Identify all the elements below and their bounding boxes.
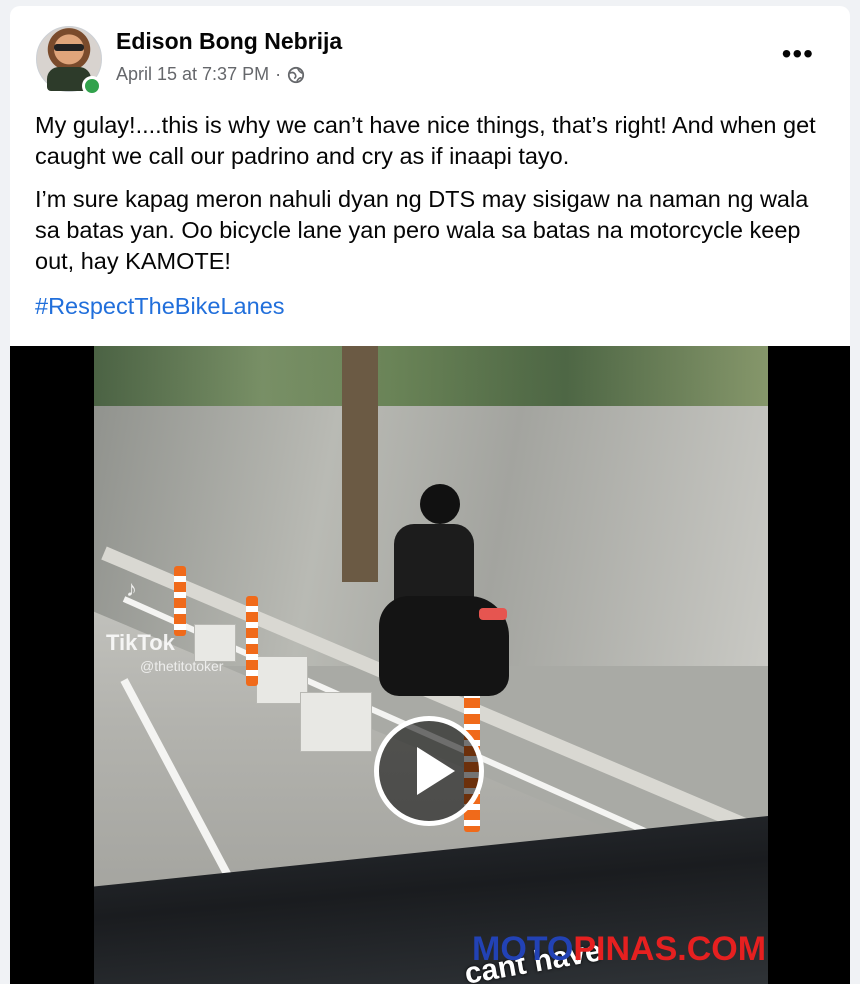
tiktok-handle: @thetitotoker	[140, 658, 224, 674]
post-card: Edison Bong Nebrija April 15 at 7:37 PM …	[10, 6, 850, 984]
avatar-glasses	[54, 44, 84, 51]
video-cone	[174, 566, 186, 636]
watermark-part-2: PINAS.COM	[573, 930, 767, 968]
video-trees	[94, 346, 768, 406]
more-options-icon[interactable]: •••	[782, 40, 814, 68]
meta-separator: ·	[275, 64, 282, 84]
online-status-indicator	[82, 76, 102, 96]
video-rider-helmet	[420, 484, 460, 524]
post-hashtag-line: #RespectTheBikeLanes	[35, 291, 825, 322]
video-barrier	[300, 692, 372, 752]
author-name[interactable]: Edison Bong Nebrija	[116, 28, 342, 55]
play-button[interactable]	[374, 716, 484, 826]
video-frame: ♪ TikTok @thetitotoker cant have	[94, 346, 768, 984]
globe-icon[interactable]	[287, 66, 305, 84]
hashtag-link[interactable]: #RespectTheBikeLanes	[35, 293, 285, 319]
video-cone	[246, 596, 258, 686]
post-paragraph: My gulay!....this is why we can’t have n…	[35, 112, 816, 169]
post-paragraph: I’m sure kapag meron nahuli dyan ng DTS …	[35, 186, 809, 274]
watermark-logo: MOTOPINAS.COM	[472, 930, 766, 969]
play-icon	[417, 747, 455, 795]
post-body: My gulay!....this is why we can’t have n…	[35, 110, 825, 334]
post-meta: April 15 at 7:37 PM ·	[116, 64, 305, 85]
video-tree-trunk	[342, 346, 378, 582]
watermark-part-1: MOTO	[472, 930, 574, 968]
tiktok-logo-icon: ♪	[126, 576, 137, 601]
video-barrier	[194, 624, 236, 662]
post-timestamp[interactable]: April 15 at 7:37 PM	[116, 64, 269, 85]
video-scooter-light	[479, 608, 507, 620]
tiktok-label: TikTok	[106, 630, 175, 655]
video-player[interactable]: ♪ TikTok @thetitotoker cant have MOTOPIN…	[10, 346, 850, 984]
